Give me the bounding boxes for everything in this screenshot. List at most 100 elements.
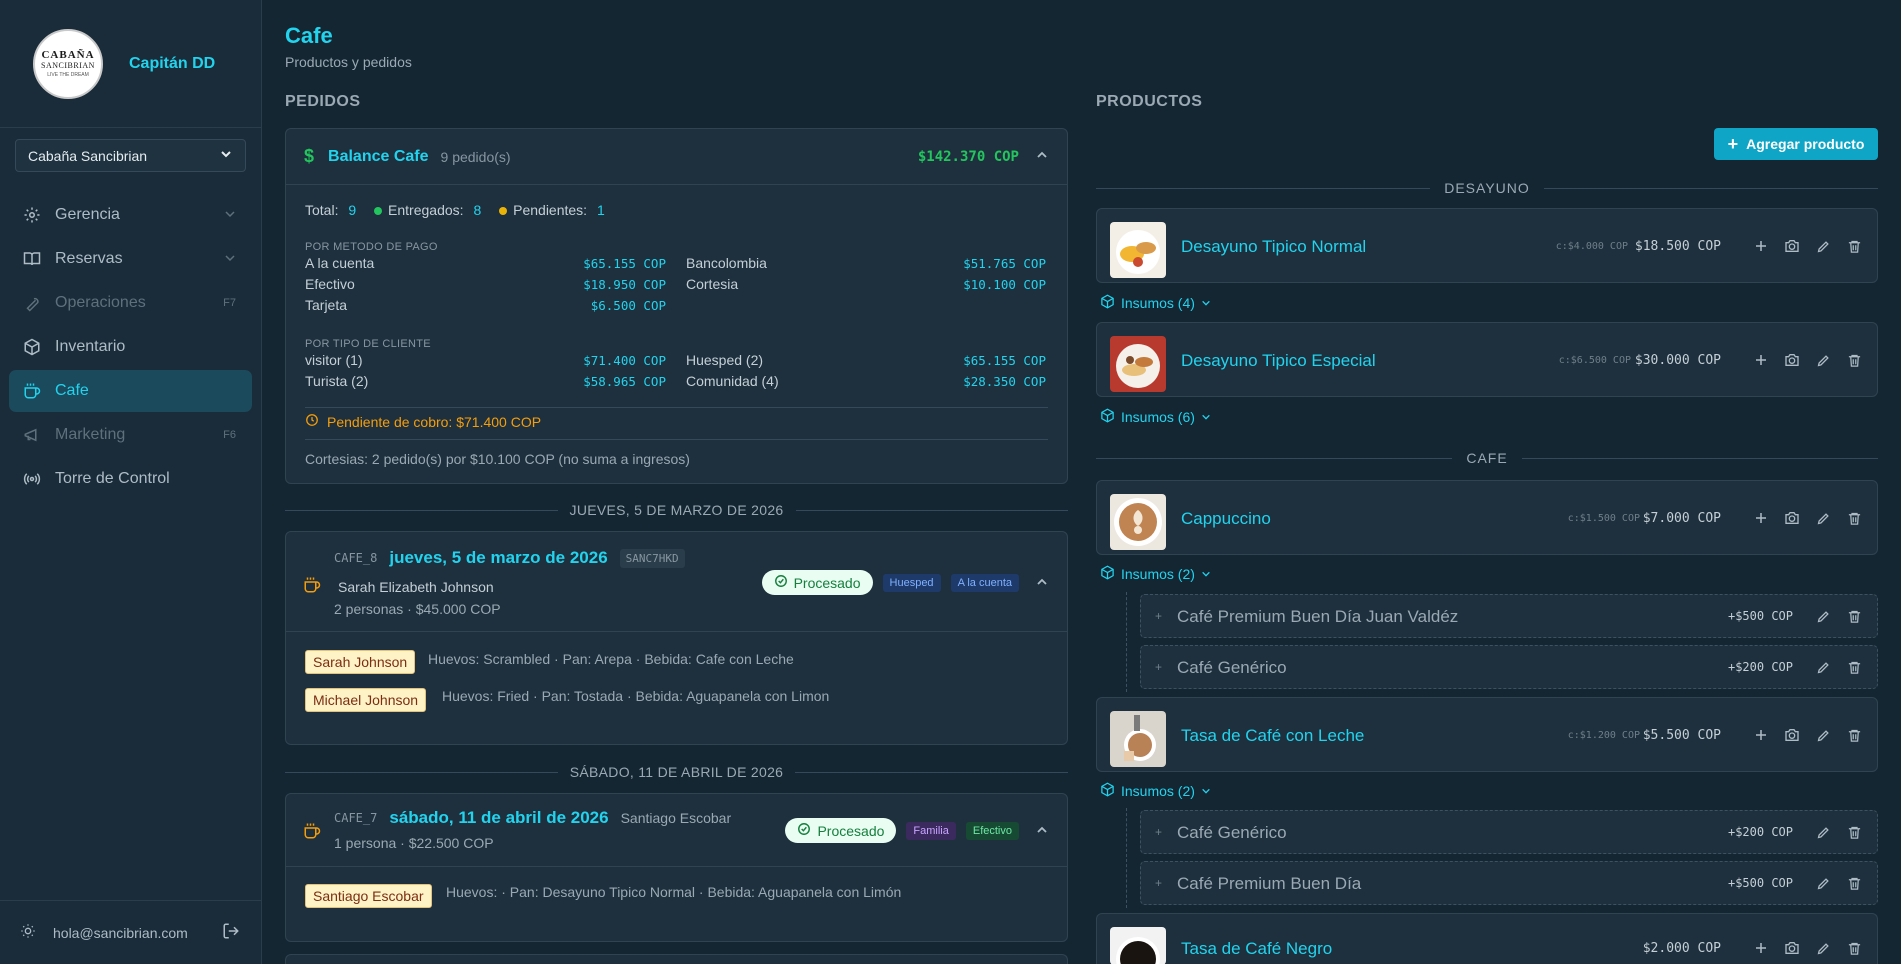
trash-icon[interactable] [1845,607,1863,625]
sidebar-item-label: Torre de Control [55,470,170,487]
insumos-toggle[interactable]: Insumos (2) [1100,782,1211,800]
payment-value: $10.100 COP [963,277,1046,292]
trash-icon[interactable] [1845,237,1863,255]
camera-icon[interactable] [1783,509,1801,527]
property-select[interactable]: Cabaña Sancibrian [15,139,246,172]
category-separator: DESAYUNO [1096,180,1879,196]
insumo-price: +$200 COP [1727,660,1793,674]
plus-icon: + [1155,609,1163,623]
trash-icon[interactable] [1845,658,1863,676]
plus-icon[interactable] [1752,939,1770,957]
brand: CABAÑA SANCIBRIAN LIVE THE DREAM Capitán… [0,0,261,128]
plus-icon[interactable] [1752,237,1770,255]
plus-icon[interactable] [1752,726,1770,744]
insumo-row[interactable]: + Café Premium Buen Día Juan Valdéz +$50… [1140,594,1878,638]
sidebar-item-operaciones[interactable]: Operaciones F7 [9,282,252,324]
balance-count: 9 pedido(s) [440,148,511,165]
box-icon [1100,408,1115,426]
sun-icon[interactable] [20,923,36,942]
plus-icon[interactable] [1752,509,1770,527]
camera-icon[interactable] [1783,726,1801,744]
category-separator: CAFE [1096,450,1878,466]
client-label: Huesped (2) [686,352,764,368]
trash-icon[interactable] [1845,726,1863,744]
product-card[interactable]: Tasa de Café con Leche c:$1.200 COP $5.5… [1096,697,1878,772]
insumos-toggle[interactable]: Insumos (6) [1100,408,1211,426]
payment-label: Bancolombia [686,255,767,271]
client-label: Turista (2) [305,373,369,389]
product-thumbnail [1110,711,1166,767]
pencil-icon[interactable] [1814,351,1832,369]
pencil-icon[interactable] [1814,658,1832,676]
book-icon [22,249,42,269]
pencil-icon[interactable] [1814,823,1832,841]
status-text: Procesado [793,574,861,591]
courtesy-note: Cortesias: 2 pedido(s) por $10.100 COP (… [305,451,690,467]
clock-icon [305,413,319,430]
category-label: CAFE [1466,450,1508,466]
sidebar-item-marketing[interactable]: Marketing F6 [9,414,252,456]
chevron-up-icon[interactable] [1035,148,1049,165]
add-product-button[interactable]: + Agregar producto [1714,128,1878,160]
box-icon [1100,565,1115,583]
product-card[interactable]: Desayuno Tipico Normal c:$4.000 COP $18.… [1096,208,1878,283]
order-header[interactable]: CAFE_7 sábado, 11 de abril de 2026 Santi… [286,794,1067,867]
camera-icon[interactable] [1783,351,1801,369]
order-date: jueves, 5 de marzo de 2026 [389,548,608,567]
product-cost: c:$1.500 COP [1567,513,1640,524]
pencil-icon[interactable] [1814,509,1832,527]
trash-icon[interactable] [1845,874,1863,892]
order-header[interactable]: CAFE_8 jueves, 5 de marzo de 2026 SANC7H… [286,532,1067,632]
reservation-ref[interactable]: SANC7HKD [619,548,685,568]
product-card[interactable]: Tasa de Café Negro $2.000 COP [1096,913,1878,964]
client-value: $65.155 COP [963,353,1046,368]
camera-icon[interactable] [1783,939,1801,957]
payment-value: $51.765 COP [963,256,1046,271]
chevron-up-icon[interactable] [1035,823,1049,840]
trash-icon[interactable] [1845,509,1863,527]
product-thumbnail [1110,927,1166,964]
sidebar-item-inventario[interactable]: Inventario [9,326,252,368]
plus-icon: + [1155,660,1163,674]
sidebar-item-label: Operaciones [55,294,146,311]
trash-icon[interactable] [1845,351,1863,369]
date-separator-label: JUEVES, 5 DE MARZO DE 2026 [569,502,784,518]
chevron-down-icon [224,208,236,223]
trash-icon[interactable] [1845,939,1863,957]
sidebar-item-torre-de-control[interactable]: Torre de Control [9,458,252,500]
sidebar-item-gerencia[interactable]: Gerencia [9,194,252,236]
brand-logo[interactable]: CABAÑA SANCIBRIAN LIVE THE DREAM [33,28,103,99]
pencil-icon[interactable] [1814,939,1832,957]
pencil-icon[interactable] [1814,726,1832,744]
client-label: Comunidad (4) [686,373,779,389]
product-card[interactable]: Desayuno Tipico Especial c:$6.500 COP $3… [1096,322,1878,397]
sidebar-item-cafe[interactable]: Cafe [9,370,252,412]
insumo-row[interactable]: + Café Genérico +$200 COP [1140,810,1878,854]
order-summary: 2 personas · $45.000 COP [334,601,501,617]
insumos-rail [1126,592,1127,692]
pencil-icon[interactable] [1814,874,1832,892]
product-card[interactable]: Cappuccino c:$1.500 COP $7.000 COP [1096,480,1878,555]
chevron-down-icon [1201,295,1211,311]
insumos-toggle[interactable]: Insumos (4) [1100,294,1211,312]
pencil-icon[interactable] [1814,607,1832,625]
product-price: $5.500 COP [1642,728,1721,743]
insumos-toggle[interactable]: Insumos (2) [1100,565,1211,583]
sidebar-item-reservas[interactable]: Reservas [9,238,252,280]
logout-icon[interactable] [222,922,240,943]
plus-icon[interactable] [1752,351,1770,369]
insumo-row[interactable]: + Café Premium Buen Día +$500 COP [1140,861,1878,905]
insumos-label: Insumos (2) [1121,566,1195,582]
delivered-value: 8 [473,202,482,218]
page-title: Cafe [285,23,333,48]
coffee-icon [303,576,321,597]
insumos-label: Insumos (4) [1121,295,1195,311]
trash-icon[interactable] [1845,823,1863,841]
balance-header[interactable]: $ Balance Cafe 9 pedido(s) $142.370 COP [286,129,1067,185]
chevron-up-icon[interactable] [1035,575,1049,592]
insumo-row[interactable]: + Café Genérico +$200 COP [1140,645,1878,689]
insumo-name: Café Genérico [1177,658,1287,677]
product-thumbnail [1110,222,1166,278]
pencil-icon[interactable] [1814,237,1832,255]
camera-icon[interactable] [1783,237,1801,255]
